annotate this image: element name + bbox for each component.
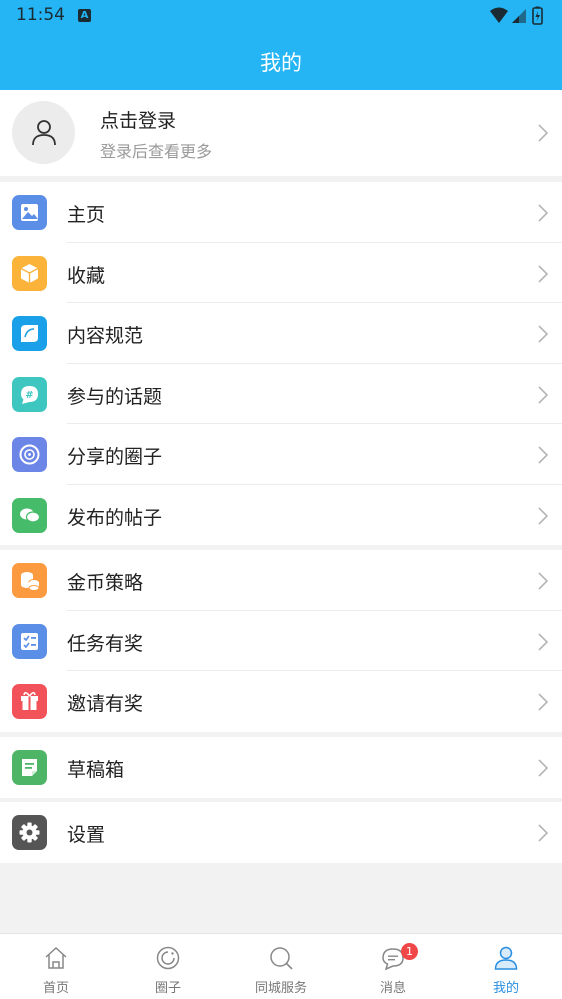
draft-icon bbox=[12, 750, 47, 785]
status-time: 11:54 bbox=[16, 5, 65, 25]
svg-text:#: # bbox=[25, 390, 33, 401]
wifi-icon bbox=[490, 7, 508, 23]
chevron-right-icon bbox=[538, 824, 549, 842]
login-title: 点击登录 bbox=[100, 110, 177, 132]
user-icon bbox=[32, 120, 56, 146]
box-icon bbox=[12, 255, 47, 291]
tab-label: 我的 bbox=[492, 981, 519, 996]
chevron-right-icon bbox=[538, 325, 549, 343]
tab-label: 首页 bbox=[42, 981, 69, 996]
menu-item-label: 内容规范 bbox=[67, 325, 144, 347]
circle-icon bbox=[12, 437, 47, 472]
menu-item-favorites[interactable]: 收藏 bbox=[0, 243, 562, 303]
menu-item-drafts[interactable]: 草稿箱 bbox=[0, 737, 562, 798]
home-icon bbox=[45, 946, 67, 969]
menu-item-label: 分享的圈子 bbox=[67, 446, 163, 468]
shield-icon bbox=[12, 316, 47, 351]
chat-icon bbox=[12, 497, 47, 533]
menu-item-shared-circles[interactable]: 分享的圈子 bbox=[0, 424, 562, 485]
menu-item-label: 邀请有奖 bbox=[67, 693, 144, 715]
menu-item-label: 主页 bbox=[67, 204, 106, 226]
login-subtitle: 登录后查看更多 bbox=[100, 142, 213, 161]
chevron-right-icon bbox=[538, 446, 549, 464]
bottom-tab-bar: 首页 圈子 同城服务 1 消息 我的 bbox=[0, 933, 562, 999]
battery-icon bbox=[532, 6, 543, 25]
menu-group-rewards: 金币策略 任务有奖 邀请有奖 bbox=[0, 550, 562, 732]
chevron-right-icon bbox=[538, 204, 549, 222]
tab-label: 同城服务 bbox=[254, 981, 307, 996]
menu-item-label: 草稿箱 bbox=[67, 759, 125, 781]
menu-item-invite-reward[interactable]: 邀请有奖 bbox=[0, 671, 562, 732]
unread-badge: 1 bbox=[401, 943, 418, 960]
tab-messages[interactable]: 1 消息 bbox=[337, 934, 449, 999]
gift-icon bbox=[12, 684, 47, 719]
chevron-right-icon bbox=[538, 632, 549, 651]
gear-icon bbox=[12, 815, 47, 850]
user-tab-icon bbox=[494, 946, 518, 970]
image-icon bbox=[12, 195, 47, 230]
avatar[interactable] bbox=[12, 101, 75, 164]
menu-item-coin-strategy[interactable]: 金币策略 bbox=[0, 550, 562, 611]
system-status-icons bbox=[490, 6, 543, 25]
page-title: 我的 bbox=[260, 51, 302, 75]
menu-item-topics[interactable]: # 参与的话题 bbox=[0, 364, 562, 424]
menu-group-content: 主页 收藏 内容规范 # 参与的话题 分享的圈子 发布的帖子 bbox=[0, 182, 562, 545]
menu-item-label: 发布的帖子 bbox=[67, 506, 163, 529]
menu-item-label: 金币策略 bbox=[67, 572, 144, 594]
chevron-right-icon bbox=[538, 385, 549, 404]
menu-item-homepage[interactable]: 主页 bbox=[0, 182, 562, 243]
tab-mine[interactable]: 我的 bbox=[450, 934, 562, 999]
chevron-right-icon bbox=[538, 693, 549, 711]
status-bar: 11:54 A bbox=[0, 0, 562, 32]
checklist-icon bbox=[12, 623, 47, 659]
tab-home[interactable]: 首页 bbox=[0, 934, 112, 999]
menu-item-label: 参与的话题 bbox=[67, 385, 163, 408]
menu-item-posts[interactable]: 发布的帖子 bbox=[0, 485, 562, 546]
chevron-right-icon bbox=[538, 572, 549, 590]
menu-group-drafts: 草稿箱 bbox=[0, 737, 562, 798]
menu-item-task-reward[interactable]: 任务有奖 bbox=[0, 611, 562, 671]
menu-item-settings[interactable]: 设置 bbox=[0, 802, 562, 863]
circle-tab-icon bbox=[156, 946, 180, 970]
chevron-right-icon bbox=[538, 124, 549, 142]
menu-item-label: 收藏 bbox=[67, 264, 106, 287]
hashtag-icon: # bbox=[12, 376, 47, 412]
menu-item-content-rules[interactable]: 内容规范 bbox=[0, 303, 562, 364]
chevron-right-icon bbox=[538, 264, 549, 283]
tab-circles[interactable]: 圈子 bbox=[112, 934, 224, 999]
chevron-right-icon bbox=[538, 759, 549, 777]
app-header: 我的 bbox=[0, 32, 562, 90]
menu-item-label: 任务有奖 bbox=[67, 632, 144, 655]
signal-icon bbox=[512, 9, 526, 23]
tab-local-services[interactable]: 同城服务 bbox=[225, 934, 337, 999]
chevron-right-icon bbox=[538, 506, 549, 525]
notification-a-icon: A bbox=[78, 9, 91, 22]
search-tab-icon bbox=[270, 947, 293, 970]
menu-group-settings: 设置 bbox=[0, 802, 562, 863]
tab-label: 消息 bbox=[379, 981, 406, 996]
menu-item-label: 设置 bbox=[67, 824, 106, 846]
coins-icon bbox=[12, 563, 47, 598]
tab-label: 圈子 bbox=[154, 981, 181, 996]
login-card[interactable]: 点击登录 登录后查看更多 bbox=[0, 90, 562, 176]
